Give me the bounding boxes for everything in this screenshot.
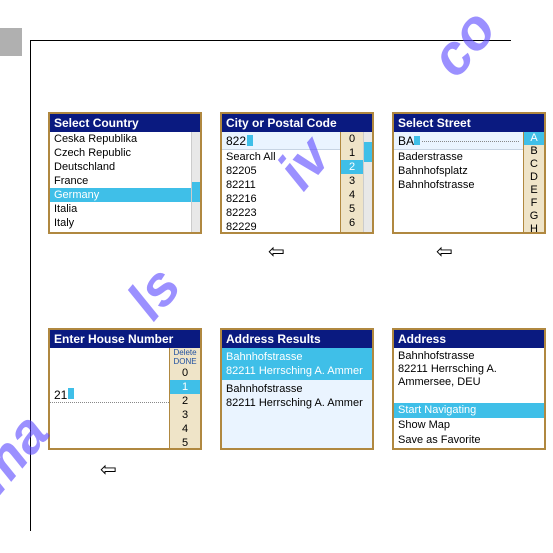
spinner-item[interactable]: C	[524, 158, 544, 171]
street-list[interactable]: BaderstrasseBahnhofsplatzBahnhofstrasse	[394, 150, 523, 192]
spinner-item[interactable]: G	[524, 210, 544, 223]
left-arrow-icon: ⇦	[100, 460, 117, 480]
list-item[interactable]: 82229	[222, 220, 340, 232]
result-item[interactable]: Bahnhofstrasse82211 Herrsching A. Ammer	[222, 348, 372, 380]
spinner-item[interactable]: 1	[341, 146, 363, 160]
spinner-item[interactable]: 4	[341, 188, 363, 202]
list-item[interactable]: Bahnhofsplatz	[394, 164, 523, 178]
list-item[interactable]: 82211	[222, 178, 340, 192]
address-display: Bahnhofstrasse82211 Herrsching A.Ammerse…	[394, 348, 544, 403]
spinner-item[interactable]: 0	[341, 132, 363, 146]
result-item[interactable]: Bahnhofstrasse82211 Herrsching A. Ammer	[222, 380, 372, 412]
house-panel: Enter House Number 21 DeleteDONE012345	[48, 328, 202, 450]
action-item[interactable]: Start Navigating	[394, 403, 544, 418]
list-item[interactable]: Germany	[50, 188, 191, 202]
address-panel: Address Bahnhofstrasse82211 Herrsching A…	[392, 328, 546, 450]
house-input[interactable]: 21	[50, 388, 169, 403]
actions-list[interactable]: Start NavigatingShow MapSave as Favorite	[394, 403, 544, 448]
spinner-item[interactable]: 4	[170, 422, 200, 436]
city-panel: City or Postal Code 822 Search All822058…	[220, 112, 374, 234]
list-item[interactable]: Ceska Republika	[50, 132, 191, 146]
spinner-item[interactable]: 3	[170, 408, 200, 422]
panel-title: City or Postal Code	[222, 114, 372, 132]
scrollbar[interactable]	[363, 132, 372, 232]
city-list[interactable]: Search All8220582211822168222382229	[222, 150, 340, 232]
digit-spinner[interactable]: DeleteDONE012345	[169, 348, 200, 448]
list-item[interactable]: France	[50, 174, 191, 188]
panel-title: Select Country	[50, 114, 200, 132]
digit-spinner[interactable]: 01234567	[340, 132, 363, 232]
action-item[interactable]: Show Map	[394, 418, 544, 433]
list-item[interactable]: Italy	[50, 216, 191, 230]
street-panel: Select Street BA BaderstrasseBahnhofspla…	[392, 112, 546, 234]
list-item[interactable]: Czech Republic	[50, 146, 191, 160]
spinner-item[interactable]: 3	[341, 174, 363, 188]
list-item[interactable]: Bahnhofstrasse	[394, 178, 523, 192]
country-list[interactable]: Ceska RepublikaCzech RepublicDeutschland…	[50, 132, 191, 232]
list-item[interactable]: 82223	[222, 206, 340, 220]
select-country-panel: Select Country Ceska RepublikaCzech Repu…	[48, 112, 202, 234]
address-line: Bahnhofstrasse	[398, 350, 540, 363]
panel-title: Select Street	[394, 114, 544, 132]
street-input[interactable]: BA	[394, 132, 523, 150]
spinner-item[interactable]: 5	[170, 436, 200, 448]
list-item[interactable]: Italia	[50, 202, 191, 216]
spinner-item[interactable]: 0	[170, 366, 200, 380]
left-arrow-icon: ⇦	[268, 242, 285, 262]
page-tab	[0, 28, 22, 56]
results-panel: Address Results Bahnhofstrasse82211 Herr…	[220, 328, 374, 450]
scrollbar[interactable]	[191, 132, 200, 232]
list-item[interactable]: Search All	[222, 150, 340, 164]
spinner-item[interactable]: 6	[341, 216, 363, 230]
alpha-spinner[interactable]: ABCDEFGH	[523, 132, 544, 232]
panel-title: Address Results	[222, 330, 372, 348]
action-item[interactable]: Save as Favorite	[394, 433, 544, 448]
results-list[interactable]: Bahnhofstrasse82211 Herrsching A. AmmerB…	[222, 348, 372, 448]
spinner-item[interactable]: 2	[341, 160, 363, 174]
spinner-item[interactable]: E	[524, 184, 544, 197]
spinner-item[interactable]: 1	[170, 380, 200, 394]
spinner-label[interactable]: Delete	[170, 348, 200, 357]
list-item[interactable]: Deutschland	[50, 160, 191, 174]
list-item[interactable]: 82216	[222, 192, 340, 206]
panel-title: Address	[394, 330, 544, 348]
list-item[interactable]: Baderstrasse	[394, 150, 523, 164]
spinner-item[interactable]: D	[524, 171, 544, 184]
spinner-item[interactable]: 7	[341, 230, 363, 232]
spinner-item[interactable]: H	[524, 223, 544, 232]
spinner-label[interactable]: DONE	[170, 357, 200, 366]
spinner-item[interactable]: B	[524, 145, 544, 158]
address-line: 82211 Herrsching A.	[398, 363, 540, 376]
list-item[interactable]: 82205	[222, 164, 340, 178]
spinner-item[interactable]: 2	[170, 394, 200, 408]
left-arrow-icon: ⇦	[436, 242, 453, 262]
spinner-item[interactable]: A	[524, 132, 544, 145]
address-line: Ammersee, DEU	[398, 376, 540, 389]
spinner-item[interactable]: F	[524, 197, 544, 210]
spinner-item[interactable]: 5	[341, 202, 363, 216]
city-input[interactable]: 822	[222, 132, 340, 150]
panel-title: Enter House Number	[50, 330, 200, 348]
